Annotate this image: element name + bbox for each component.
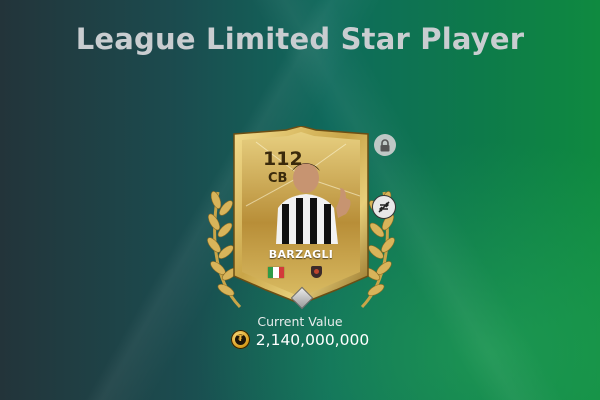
club-badge-icon [311,266,322,278]
lock-icon [380,138,390,151]
player-card[interactable]: 112 CB BARZAGLI [226,126,376,310]
current-value-label: Current Value [257,314,343,329]
current-value: ₮ 2,140,000,000 [0,330,600,349]
untradable-icon [372,195,396,219]
player-position: CB [268,171,288,186]
player-card-area[interactable]: 112 CB BARZAGLI [206,122,396,312]
lock-button[interactable] [374,134,396,156]
italy-flag-icon [268,267,284,278]
player-name: BARZAGLI [268,248,334,261]
value-amount: 2,140,000,000 [255,330,370,349]
page-title: League Limited Star Player [75,22,525,56]
player-rating: 112 [263,148,303,170]
coin-icon: ₮ [230,330,250,349]
